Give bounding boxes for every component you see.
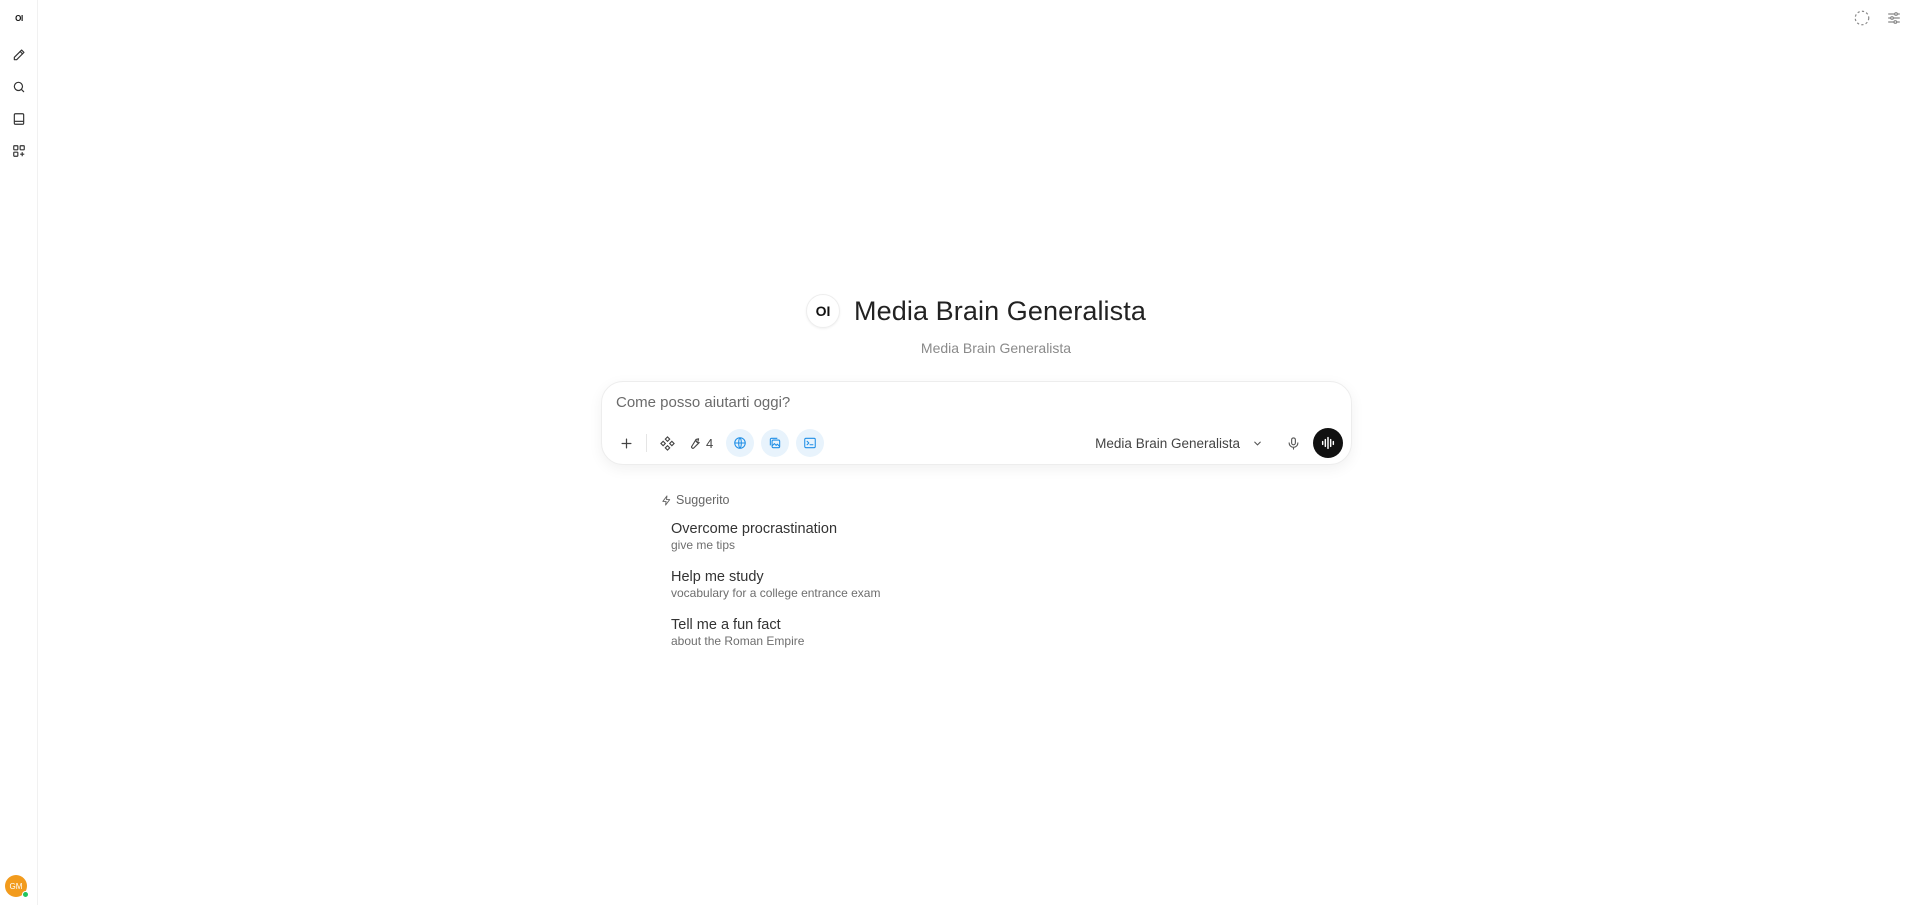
sidebar: OI GM (0, 0, 38, 905)
suggestion-subtitle: about the Roman Empire (671, 634, 805, 648)
suggestion-item[interactable]: Overcome procrastination give me tips (671, 520, 1071, 568)
search-button[interactable] (5, 73, 33, 101)
user-avatar[interactable]: GM (5, 875, 29, 898)
model-header: OI Media Brain Generalista (20, 294, 1912, 328)
integrations-icon (659, 435, 675, 451)
chevron-down-icon (1254, 441, 1261, 446)
sidebar-logo-button[interactable]: OI (5, 4, 33, 32)
controls-button[interactable] (1882, 6, 1906, 30)
model-subtitle: Media Brain Generalista (920, 340, 1072, 356)
suggestion-list: Overcome procrastination give me tips He… (671, 520, 1071, 664)
pencil-icon (13, 49, 25, 61)
composer-toolbar: 4 Media Brain Generalista (612, 428, 1343, 458)
dictate-button[interactable] (1279, 429, 1307, 457)
suggestions-header: Suggerito (661, 493, 730, 507)
notes-button[interactable] (5, 105, 33, 133)
integrations-button[interactable] (653, 429, 681, 457)
model-title: Media Brain Generalista (854, 295, 1146, 326)
model-selector[interactable]: Media Brain Generalista (1095, 436, 1263, 451)
suggestions-header-label: Suggerito (676, 493, 730, 507)
notebook-icon (13, 113, 25, 125)
image-stack-icon (770, 437, 781, 449)
plus-icon (621, 438, 631, 448)
sliders-icon (1888, 12, 1900, 24)
tools-count-label: 4 (706, 435, 714, 451)
suggestion-item[interactable]: Help me study vocabulary for a college e… (671, 568, 1071, 616)
new-chat-button[interactable] (5, 41, 33, 69)
dashed-circle-icon (1854, 10, 1870, 26)
suggestion-item[interactable]: Tell me a fun fact about the Roman Empir… (671, 616, 1071, 664)
tools-button[interactable]: 4 (681, 436, 719, 451)
image-generation-toggle[interactable] (761, 429, 790, 457)
wrench-icon (691, 437, 700, 449)
apps-grid-icon (13, 145, 25, 157)
selected-model-label: Media Brain Generalista (1095, 435, 1240, 451)
model-logo-text: OI (815, 303, 831, 319)
terminal-icon (804, 437, 817, 449)
suggestion-subtitle: vocabulary for a college entrance exam (671, 586, 881, 600)
chat-composer: 4 Media Brain Generalista (601, 381, 1352, 465)
online-status-dot (22, 891, 29, 898)
waveform-icon (1321, 436, 1335, 450)
suggestion-title: Overcome procrastination (671, 521, 838, 537)
suggestion-title: Help me study (671, 569, 764, 585)
web-search-toggle[interactable] (726, 429, 755, 457)
suggestion-subtitle: give me tips (671, 538, 736, 552)
top-right-controls (1850, 6, 1912, 30)
avatar-initials: GM (9, 881, 23, 891)
message-input[interactable] (616, 394, 1316, 411)
app-logo: OI (15, 13, 23, 23)
model-logo[interactable]: OI (806, 294, 841, 328)
globe-icon (734, 437, 747, 449)
code-interpreter-toggle[interactable] (796, 429, 825, 457)
toolbar-divider (646, 434, 647, 452)
workspace-button[interactable] (5, 137, 33, 165)
microphone-icon (1288, 436, 1298, 450)
voice-mode-button[interactable] (1313, 428, 1343, 458)
add-attachment-button[interactable] (612, 429, 640, 457)
lightning-icon (662, 494, 671, 506)
temporary-chat-button[interactable] (1850, 6, 1874, 30)
search-icon (13, 81, 25, 93)
suggestion-title: Tell me a fun fact (671, 617, 781, 633)
